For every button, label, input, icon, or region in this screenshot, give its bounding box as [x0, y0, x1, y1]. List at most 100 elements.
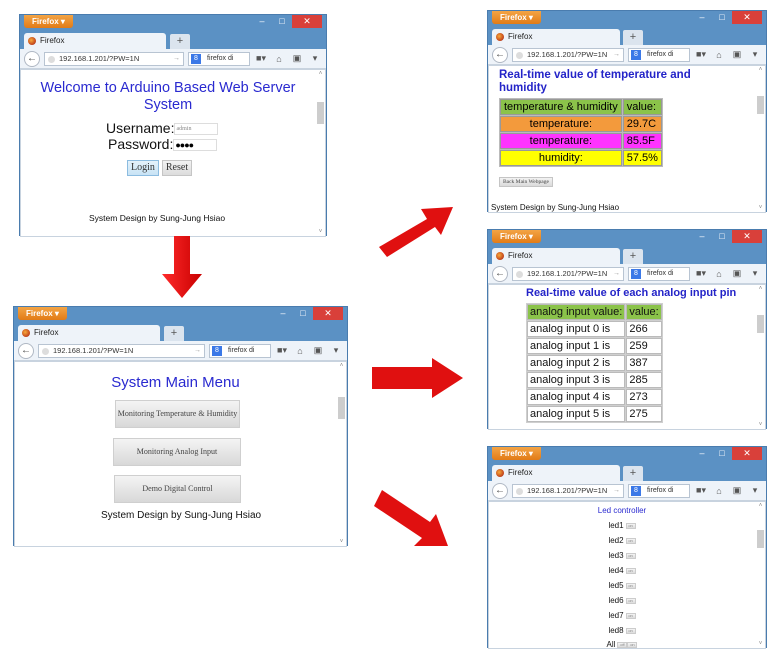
maximize-button[interactable]: □	[712, 447, 732, 460]
maximize-button[interactable]: □	[272, 15, 292, 28]
vertical-scrollbar[interactable]: ˄ ˅	[337, 362, 346, 546]
bookmarks-icon[interactable]: ■▾	[275, 345, 289, 356]
bookmarks-icon[interactable]: ■▾	[694, 485, 708, 496]
close-button[interactable]: ✕	[732, 447, 762, 460]
scroll-down-icon[interactable]: ˅	[756, 422, 765, 428]
pocket-icon[interactable]: ▣	[311, 345, 325, 356]
home-icon[interactable]: ⌂	[712, 486, 726, 496]
firefox-menu-button[interactable]: Firefox ▾	[492, 230, 541, 243]
led8-toggle-button[interactable]: on	[625, 627, 636, 634]
go-arrow-icon[interactable]: →	[194, 345, 201, 357]
home-icon[interactable]: ⌂	[272, 54, 286, 64]
scroll-up-icon[interactable]: ˄	[316, 71, 325, 77]
minimize-button[interactable]: –	[252, 15, 272, 28]
new-tab-button[interactable]: +	[170, 34, 190, 49]
led4-toggle-button[interactable]: on	[625, 567, 636, 574]
scroll-up-icon[interactable]: ˄	[756, 503, 765, 509]
firefox-menu-button[interactable]: Firefox ▾	[18, 307, 67, 320]
new-tab-button[interactable]: +	[623, 30, 643, 45]
scroll-down-icon[interactable]: ˅	[337, 539, 346, 545]
maximize-button[interactable]: □	[712, 230, 732, 243]
firefox-menu-button[interactable]: Firefox ▾	[492, 11, 541, 24]
back-arrow-icon[interactable]: ←	[492, 46, 508, 63]
led5-toggle-button[interactable]: on	[625, 582, 636, 589]
led3-toggle-button[interactable]: on	[625, 552, 636, 559]
search-box[interactable]: 8 firefox di	[628, 266, 690, 281]
scroll-thumb[interactable]	[757, 315, 764, 333]
back-arrow-icon[interactable]: ←	[492, 265, 508, 282]
minimize-button[interactable]: –	[692, 230, 712, 243]
search-box[interactable]: 8 firefox di	[628, 47, 690, 62]
browser-tab[interactable]: Firefox	[18, 325, 160, 341]
menu-icon[interactable]: ▾	[748, 268, 762, 279]
pocket-icon[interactable]: ▣	[290, 53, 304, 64]
vertical-scrollbar[interactable]: ˄ ˅	[756, 66, 765, 212]
all-on-button[interactable]: on	[627, 641, 638, 648]
scroll-thumb[interactable]	[757, 530, 764, 548]
home-icon[interactable]: ⌂	[712, 50, 726, 60]
scroll-thumb[interactable]	[338, 397, 345, 419]
minimize-button[interactable]: –	[692, 11, 712, 24]
close-button[interactable]: ✕	[732, 11, 762, 24]
scroll-up-icon[interactable]: ˄	[337, 363, 346, 369]
vertical-scrollbar[interactable]: ˄ ˅	[756, 285, 765, 429]
home-icon[interactable]: ⌂	[293, 346, 307, 356]
maximize-button[interactable]: □	[293, 307, 313, 320]
scroll-thumb[interactable]	[757, 96, 764, 114]
search-box[interactable]: 8 firefox di	[188, 51, 250, 66]
login-button[interactable]: Login	[127, 160, 159, 176]
led1-toggle-button[interactable]: on	[625, 522, 636, 529]
analog-input-button[interactable]: Monitoring Analog Input	[113, 438, 241, 466]
home-icon[interactable]: ⌂	[712, 269, 726, 279]
new-tab-button[interactable]: +	[623, 466, 643, 481]
scroll-up-icon[interactable]: ˄	[756, 286, 765, 292]
menu-icon[interactable]: ▾	[748, 49, 762, 60]
browser-tab[interactable]: Firefox	[492, 248, 620, 264]
go-arrow-icon[interactable]: →	[613, 49, 620, 61]
temperature-humidity-button[interactable]: Monitoring Temperature & Humidity	[115, 400, 240, 428]
url-bar[interactable]: 192.168.1.201/?PW=1N →	[512, 47, 624, 62]
back-arrow-icon[interactable]: ←	[18, 342, 34, 359]
minimize-button[interactable]: –	[692, 447, 712, 460]
bookmarks-icon[interactable]: ■▾	[254, 53, 268, 64]
back-arrow-icon[interactable]: ←	[24, 50, 40, 67]
url-bar[interactable]: 192.168.1.201/?PW=1N →	[512, 483, 624, 498]
username-input[interactable]: admin	[174, 123, 219, 136]
menu-icon[interactable]: ▾	[308, 53, 322, 64]
pocket-icon[interactable]: ▣	[730, 49, 744, 60]
bookmarks-icon[interactable]: ■▾	[694, 49, 708, 60]
menu-icon[interactable]: ▾	[329, 345, 343, 356]
close-button[interactable]: ✕	[313, 307, 343, 320]
url-bar[interactable]: 192.168.1.201/?PW=1N →	[512, 266, 624, 281]
close-button[interactable]: ✕	[732, 230, 762, 243]
scroll-down-icon[interactable]: ˅	[316, 229, 325, 235]
url-bar[interactable]: 192.168.1.201/?PW=1N →	[38, 343, 205, 358]
go-arrow-icon[interactable]: →	[613, 268, 620, 280]
vertical-scrollbar[interactable]: ˄ ˅	[316, 70, 325, 236]
go-arrow-icon[interactable]: →	[173, 53, 180, 65]
minimize-button[interactable]: –	[273, 307, 293, 320]
password-input[interactable]: ●●●●	[173, 139, 218, 152]
close-button[interactable]: ✕	[292, 15, 322, 28]
menu-icon[interactable]: ▾	[748, 485, 762, 496]
reset-button[interactable]: Reset	[162, 160, 192, 176]
led7-toggle-button[interactable]: on	[625, 612, 636, 619]
led6-toggle-button[interactable]: on	[625, 597, 636, 604]
back-arrow-icon[interactable]: ←	[492, 482, 508, 499]
new-tab-button[interactable]: +	[164, 326, 184, 341]
maximize-button[interactable]: □	[712, 11, 732, 24]
go-arrow-icon[interactable]: →	[613, 485, 620, 497]
digital-control-button[interactable]: Demo Digital Control	[114, 475, 241, 503]
firefox-menu-button[interactable]: Firefox ▾	[492, 447, 541, 460]
all-off-button[interactable]: off	[617, 641, 628, 648]
firefox-menu-button[interactable]: Firefox ▾	[24, 15, 73, 28]
pocket-icon[interactable]: ▣	[730, 485, 744, 496]
bookmarks-icon[interactable]: ■▾	[694, 268, 708, 279]
search-box[interactable]: 8 firefox di	[209, 343, 271, 358]
scroll-thumb[interactable]	[317, 102, 324, 124]
url-bar[interactable]: 192.168.1.201/?PW=1N →	[44, 51, 184, 66]
scroll-down-icon[interactable]: ˅	[756, 641, 765, 647]
back-main-webpage-button[interactable]: Back Main Webpage	[499, 177, 553, 187]
pocket-icon[interactable]: ▣	[730, 268, 744, 279]
search-box[interactable]: 8 firefox di	[628, 483, 690, 498]
